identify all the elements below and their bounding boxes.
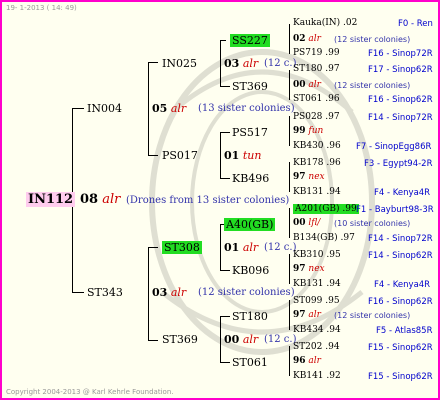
gen4-origin-17: F4 - Kenya4R: [374, 280, 431, 290]
gen1-id-0[interactable]: IN004: [87, 102, 122, 115]
root-id[interactable]: IN112: [26, 192, 76, 207]
gen4-row-3[interactable]: ST180 .97: [293, 64, 340, 74]
gen4-origin-12: F1 - Bayburt98-3R: [356, 205, 434, 215]
gen4-row-1: 02 alr: [293, 34, 321, 44]
gen2-id-3[interactable]: ST369: [162, 333, 198, 346]
gen1-info-1: 03 alr: [152, 286, 187, 299]
pedigree-frame: 19- 1-2013 ( 14: 49) IN112 08 alr (Drone…: [0, 0, 440, 400]
gen4-row-21[interactable]: ST202 .94: [293, 342, 340, 352]
gen4-row-22: 96 alr: [293, 356, 321, 366]
gen4-origin-3: F17 - Sinop62R: [368, 65, 433, 75]
gen4-row-9[interactable]: KB178 .96: [293, 158, 341, 168]
gen1-info-0: 05 alr: [152, 102, 187, 115]
footer-copyright: Copyright 2004-2013 @ Karl Kehrle Founda…: [6, 388, 174, 396]
gen1-note-0: (13 sister colonies): [198, 103, 295, 114]
gen4-origin-20: F5 - Atlas85R: [376, 326, 433, 336]
gen4-note-4: (12 sister colonies): [334, 81, 411, 90]
gen1-note-1: (12 sister colonies): [198, 287, 295, 298]
gen2-note-0: (12 c.): [264, 58, 297, 69]
gen4-origin-21: F15 - Sinop62R: [368, 343, 433, 353]
gen4-row-14[interactable]: B134(GB) .97: [293, 233, 355, 243]
gen4-row-10: 97 nex: [293, 172, 325, 182]
gen4-origin-14: F14 - Sinop72R: [368, 234, 433, 244]
gen4-row-15[interactable]: KB310 .95: [293, 250, 341, 260]
gen3-id-7[interactable]: ST061: [232, 356, 268, 369]
gen4-row-16: 97 nex: [293, 264, 325, 274]
gen3-id-5[interactable]: KB096: [232, 264, 269, 277]
gen4-origin-2: F16 - Sinop72R: [368, 49, 433, 59]
gen4-row-0[interactable]: Kauka(IN) .02: [293, 18, 357, 28]
gen4-row-13: 00 lfl/: [293, 218, 321, 228]
gen2-id-2[interactable]: ST308: [162, 241, 202, 254]
gen2-note-2: (12 c.): [264, 242, 297, 253]
gen4-row-11[interactable]: KB131 .94: [293, 187, 341, 197]
gen3-id-4[interactable]: A40(GB): [224, 218, 276, 231]
gen3-id-2[interactable]: PS517: [232, 126, 268, 139]
gen4-row-5[interactable]: ST061 .96: [293, 94, 340, 104]
header-date: 19- 1-2013 ( 14: 49): [6, 4, 77, 12]
gen4-row-6[interactable]: PS028 .97: [293, 112, 340, 122]
root-info: 08 alr: [80, 192, 121, 207]
gen4-row-20[interactable]: KB434 .94: [293, 325, 341, 335]
gen2-id-1[interactable]: PS017: [162, 149, 198, 162]
gen4-row-17[interactable]: KB131 .94: [293, 279, 341, 289]
gen4-note-19: (12 sister colonies): [334, 311, 411, 320]
gen4-row-8[interactable]: KB430 .96: [293, 141, 341, 151]
gen4-origin-6: F14 - Sinop72R: [368, 113, 433, 123]
gen4-row-18[interactable]: ST099 .95: [293, 296, 340, 306]
gen2-info-1: 01 tun: [224, 149, 262, 162]
gen2-info-0: 03 alr: [224, 57, 259, 70]
gen4-row-19: 97 alr: [293, 310, 321, 320]
gen4-origin-5: F16 - Sinop62R: [368, 95, 433, 105]
gen2-info-3: 00 alr: [224, 333, 259, 346]
gen3-id-3[interactable]: KB496: [232, 172, 269, 185]
gen4-row-7: 99 fun: [293, 126, 324, 136]
root-queen[interactable]: IN112: [26, 192, 76, 207]
gen3-id-0[interactable]: SS227: [230, 34, 270, 47]
gen4-origin-23: F15 - Sinop62R: [368, 372, 433, 382]
gen4-note-13: (10 sister colonies): [334, 219, 411, 228]
gen2-id-0[interactable]: IN025: [162, 57, 197, 70]
gen4-origin-0: F0 - Ren: [398, 19, 433, 29]
gen4-origin-8: F7 - SinopEgg86R: [356, 142, 432, 152]
gen2-note-3: (12 c.): [264, 334, 297, 345]
gen4-origin-11: F4 - Kenya4R: [374, 188, 431, 198]
gen4-origin-9: F3 - Egypt94-2R: [364, 159, 433, 169]
gen4-row-4: 00 alr: [293, 80, 321, 90]
gen4-note-1: (12 sister colonies): [334, 35, 411, 44]
gen2-info-2: 01 alr: [224, 241, 259, 254]
gen4-origin-18: F16 - Sinop62R: [368, 297, 433, 307]
root-note: (Drones from 13 sister colonies): [126, 195, 290, 206]
gen4-row-2[interactable]: PS719 .99: [293, 48, 340, 58]
gen3-id-1[interactable]: ST369: [232, 80, 268, 93]
gen4-row-12[interactable]: A201(GB) .99: [293, 204, 359, 214]
gen4-origin-15: F14 - Sinop62R: [368, 251, 433, 261]
gen4-row-23[interactable]: KB141 .92: [293, 371, 341, 381]
gen1-id-1[interactable]: ST343: [87, 286, 123, 299]
gen3-id-6[interactable]: ST180: [232, 310, 268, 323]
